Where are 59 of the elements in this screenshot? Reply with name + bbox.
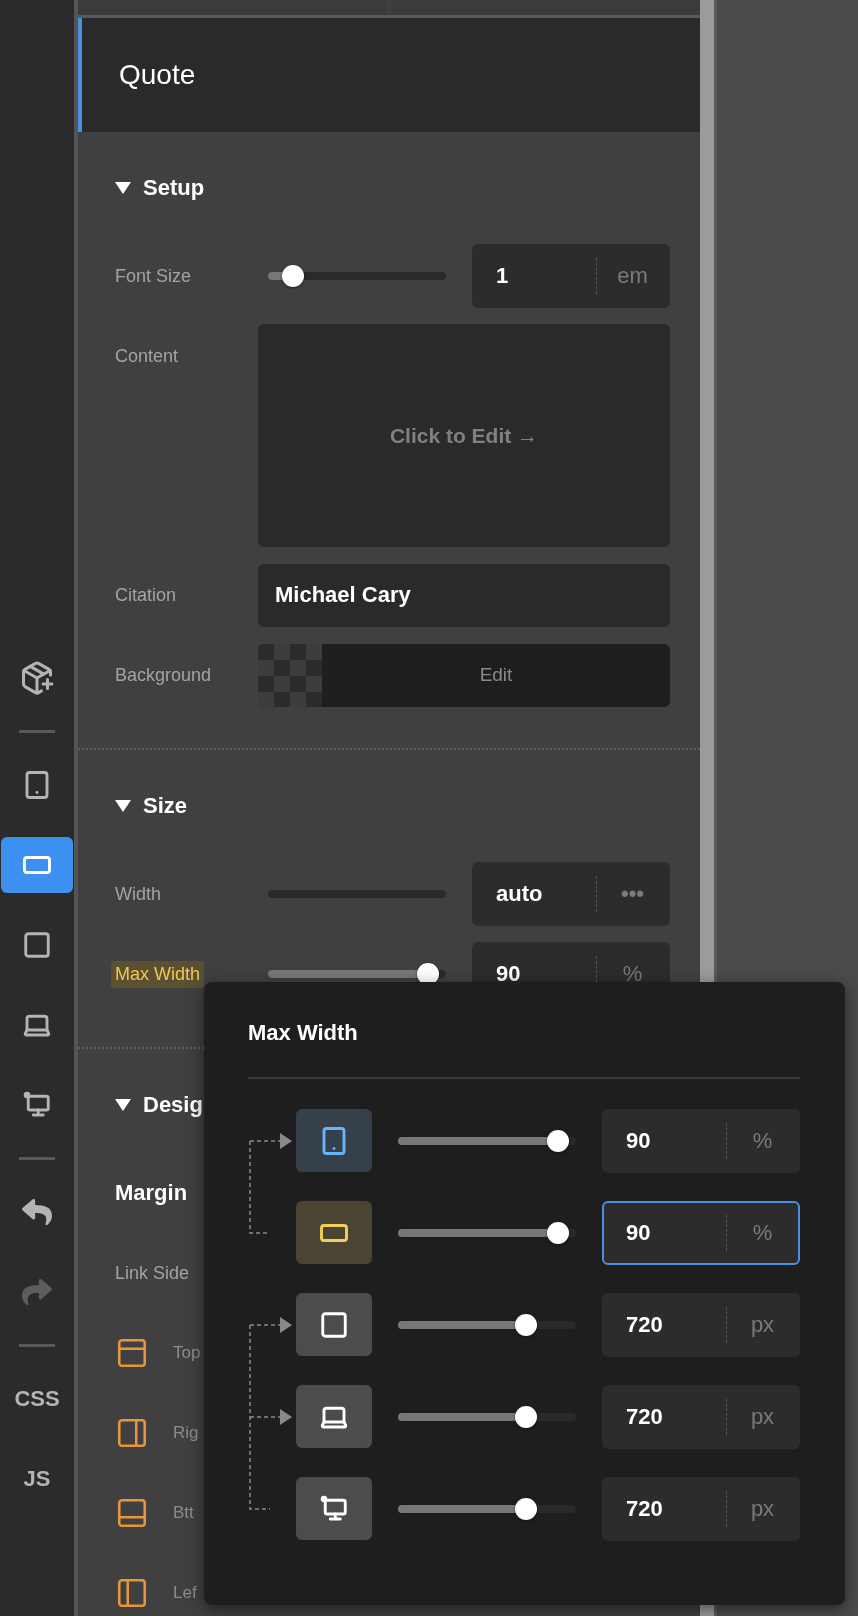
edit-button[interactable]: Edit [322, 643, 670, 707]
section-toggle[interactable]: Desig [115, 1089, 203, 1121]
slider[interactable] [398, 1220, 576, 1245]
field-label: Background [115, 664, 212, 686]
number-field[interactable]: auto ••• [472, 862, 670, 926]
device-button[interactable] [296, 1109, 372, 1172]
number-field[interactable]: 720 px [602, 1476, 800, 1541]
transparency-swatch[interactable] [258, 643, 322, 707]
slider[interactable] [398, 1128, 576, 1153]
slider[interactable] [398, 1496, 576, 1521]
panel-title: Quote [119, 59, 196, 91]
field-label: Font Size [115, 265, 192, 287]
device-button[interactable] [296, 1293, 372, 1356]
slider-thumb[interactable] [547, 1129, 570, 1152]
square-icon [22, 930, 52, 960]
number-field[interactable]: 720 px [602, 1384, 800, 1449]
side-label: Rig [173, 1423, 199, 1443]
device-button[interactable] [296, 1477, 372, 1540]
group-label: Margin [115, 1180, 188, 1206]
slider-thumb[interactable] [515, 1497, 538, 1520]
slider-thumb[interactable] [515, 1313, 538, 1336]
slider[interactable] [268, 264, 446, 288]
popover-title: Max Width [248, 1019, 359, 1047]
redo-icon [22, 1277, 52, 1307]
code-button[interactable]: JS [1, 1451, 73, 1507]
device-button[interactable] [296, 1385, 372, 1448]
side-label: Btt [173, 1503, 194, 1523]
field-label: Content [115, 346, 179, 367]
device-button[interactable] [296, 1201, 372, 1264]
section-toggle[interactable]: Size [115, 790, 188, 822]
number-field[interactable]: 90 % [602, 1200, 800, 1265]
slider-thumb[interactable] [417, 963, 440, 985]
content-editor[interactable]: Click to Edit → [258, 324, 670, 547]
code-button[interactable]: CSS [1, 1371, 73, 1427]
field-label: Max Width [111, 960, 205, 988]
undo-icon [22, 1197, 52, 1227]
panel-left-icon[interactable] [115, 1576, 149, 1610]
input-field[interactable]: Michael Cary [258, 563, 670, 627]
slider-thumb[interactable] [515, 1405, 538, 1428]
caret-icon [115, 181, 131, 195]
panel-top-icon[interactable] [115, 1336, 149, 1370]
panel-bottom-icon[interactable] [115, 1496, 149, 1530]
slider-thumb[interactable] [547, 1221, 570, 1244]
section-toggle[interactable]: Setup [115, 172, 205, 204]
side-label: Top [173, 1343, 201, 1363]
field-label: Width [115, 883, 161, 905]
caret-icon [115, 799, 131, 813]
number-field[interactable]: 1 em [472, 244, 670, 308]
side-label: Lef [173, 1583, 197, 1603]
field-label: Citation [115, 584, 177, 606]
number-field[interactable]: 90 % [602, 1108, 800, 1173]
caret-icon [115, 1098, 131, 1112]
slider[interactable] [398, 1312, 576, 1337]
number-field[interactable]: 720 px [602, 1292, 800, 1357]
panel-right-icon[interactable] [115, 1416, 149, 1450]
box-plus-icon [19, 660, 55, 696]
slider[interactable] [398, 1404, 576, 1429]
slider-thumb[interactable] [281, 265, 304, 287]
field-label: Link Side [115, 1262, 190, 1284]
